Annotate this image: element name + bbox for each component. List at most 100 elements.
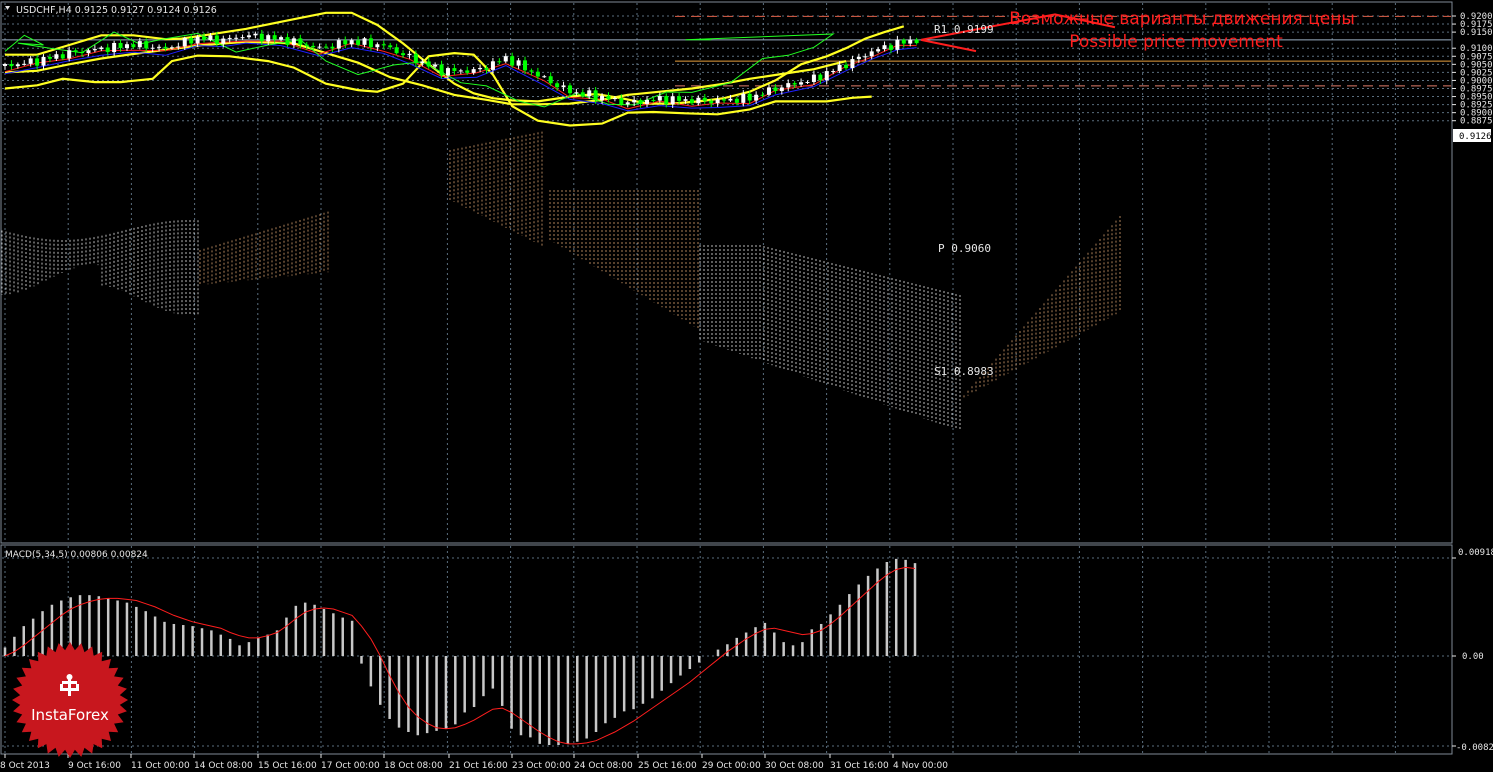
- candle-bear: [638, 99, 643, 104]
- candle-bull: [766, 87, 771, 95]
- candle-bull: [574, 92, 579, 94]
- candle-bull: [253, 33, 258, 36]
- usdchf-chart[interactable]: 0.92000.91750.91500.91000.90750.90500.90…: [0, 0, 1493, 772]
- candle-bear: [259, 33, 264, 42]
- candle-bear: [324, 46, 328, 48]
- candle-bull: [779, 87, 784, 92]
- macd-axis-zero: 0.00: [1462, 652, 1484, 662]
- instaforex-logo[interactable]: InstaForex: [12, 642, 128, 758]
- price-tick-label: 0.9150: [1460, 28, 1493, 38]
- time-tick-label: 21 Oct 16:00: [449, 761, 508, 771]
- candle-bear: [9, 64, 14, 67]
- macd-axis-min: -0.00829: [1456, 743, 1493, 753]
- candle-bear: [619, 98, 624, 105]
- candle-bear: [651, 99, 656, 101]
- candle-bear: [555, 83, 560, 88]
- candle-bull: [54, 54, 59, 59]
- candle-bear: [722, 99, 727, 101]
- candle-bull: [150, 47, 155, 49]
- candle-bull: [670, 96, 675, 105]
- candle-bull: [632, 99, 637, 103]
- candle-bull: [112, 42, 117, 53]
- candle-bull: [221, 38, 226, 44]
- candle-bull: [683, 99, 688, 101]
- candle-bull: [625, 102, 630, 105]
- candle-bull: [28, 58, 33, 64]
- candle-bull: [22, 63, 27, 65]
- candle-bear: [484, 67, 489, 70]
- candle-bull: [433, 64, 438, 67]
- candle-bull: [696, 97, 701, 104]
- candle-bear: [760, 94, 765, 96]
- candle-bear: [689, 99, 694, 104]
- candle-bull: [15, 64, 20, 67]
- candle-bull: [407, 53, 412, 56]
- candle-bull: [471, 69, 476, 73]
- candle-bear: [452, 68, 457, 71]
- candle-bear: [285, 37, 290, 45]
- candle-bear: [792, 83, 797, 85]
- candle-bull: [869, 51, 874, 57]
- candle-bear: [401, 53, 406, 56]
- candle-bull: [157, 46, 162, 48]
- candle-bear: [773, 87, 778, 92]
- candle-bear: [35, 58, 40, 66]
- candle-bear: [888, 45, 893, 50]
- candle-bull: [831, 70, 836, 72]
- candle-bear: [593, 90, 598, 101]
- candle-bull: [824, 71, 829, 81]
- candle-bull: [490, 61, 495, 70]
- candle-bull: [728, 98, 733, 101]
- candle-bear: [548, 76, 553, 84]
- candle-bear: [189, 38, 194, 44]
- candle-bull: [92, 49, 97, 51]
- candle-bull: [208, 35, 213, 40]
- candle-bull: [805, 81, 810, 83]
- candle-bull: [876, 49, 881, 52]
- time-tick-label: 29 Oct 00:00: [702, 761, 761, 771]
- candle-bull: [908, 39, 913, 44]
- macd-title: MACD(5,34,5) 0.00806 0.00824: [5, 550, 148, 560]
- candle-bull: [336, 40, 341, 49]
- candle-bull: [266, 35, 271, 42]
- time-tick-label: 14 Oct 08:00: [194, 761, 253, 771]
- candle-bear: [702, 97, 707, 101]
- candle-bear: [914, 39, 919, 44]
- candle-bear: [844, 64, 849, 69]
- time-tick-label: 30 Oct 08:00: [765, 761, 824, 771]
- candle-bull: [176, 46, 181, 48]
- candle-bull: [86, 50, 91, 54]
- r1-label: R1 0.9199: [934, 23, 994, 36]
- candle-bull: [754, 94, 759, 101]
- candle-bear: [580, 92, 585, 97]
- time-tick-label: 15 Oct 16:00: [258, 761, 317, 771]
- time-tick-label: 25 Oct 16:00: [638, 761, 697, 771]
- candle-bull: [349, 40, 354, 45]
- candle-bear: [413, 53, 418, 64]
- candle-bear: [73, 50, 78, 52]
- candle-bull: [182, 38, 187, 47]
- candle-bear: [343, 40, 348, 45]
- candle-bear: [144, 41, 149, 49]
- candle-bull: [837, 64, 842, 71]
- candle-bear: [497, 61, 502, 63]
- s1-label: S1 0.8983: [934, 365, 994, 378]
- candle-bear: [426, 61, 431, 67]
- candle-bull: [375, 44, 380, 48]
- candle-bear: [131, 44, 136, 48]
- candle-bull: [41, 56, 46, 66]
- candle-bear: [311, 45, 316, 48]
- candle-bull: [317, 46, 322, 48]
- candle-bull: [850, 59, 855, 69]
- candle-bear: [202, 36, 207, 40]
- candle-bear: [677, 96, 682, 101]
- candle-bear: [272, 35, 277, 40]
- candle-bear: [214, 35, 219, 44]
- current-price-label: 0.9126: [1459, 132, 1492, 142]
- candle-bear: [523, 60, 528, 71]
- candle-bull: [478, 67, 483, 70]
- macd-axis-max: 0.00918: [1458, 548, 1493, 558]
- candle-bear: [105, 47, 110, 53]
- candle-bull: [612, 98, 617, 100]
- candle-bull: [542, 76, 547, 78]
